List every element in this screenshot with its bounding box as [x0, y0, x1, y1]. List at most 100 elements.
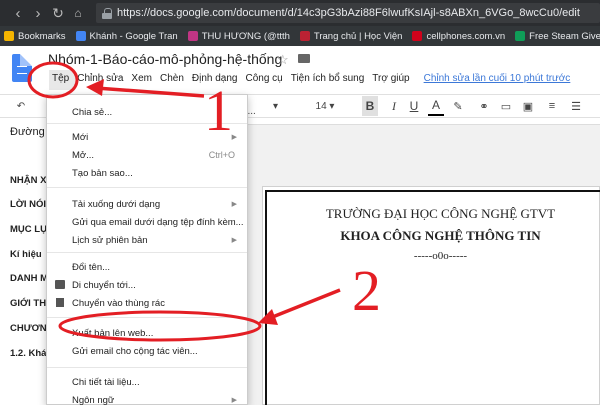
- page-line-3: -----o0o-----: [413, 250, 468, 262]
- outline-item[interactable]: MỤC LỤ: [10, 224, 47, 235]
- folder-icon: [55, 280, 65, 289]
- bookmark-label: cellphones.com.vn: [426, 30, 506, 42]
- menu-bar: Tệp Chỉnh sửa Xem Chèn Định dạng Công cụ Tiện …: [48, 71, 574, 86]
- menu-item-2[interactable]: Xem: [127, 71, 156, 86]
- menu-item-7[interactable]: Trợ giúp: [368, 71, 413, 86]
- reload-icon[interactable]: ↻: [48, 3, 68, 23]
- folder-icon[interactable]: [298, 54, 310, 63]
- star-icon: [4, 31, 14, 41]
- menu-separator: [47, 317, 247, 318]
- file-menu-label: Gửi qua email dưới dạng tệp đính kèm...: [72, 216, 244, 228]
- highlight-icon[interactable]: ✎: [450, 96, 466, 116]
- file-menu-item[interactable]: Đổi tên...: [47, 258, 247, 276]
- menu-item-1[interactable]: Chỉnh sửa: [73, 71, 127, 86]
- bookmark-item[interactable]: Free Steam Giveaway: [515, 31, 600, 42]
- line-spacing-icon[interactable]: ☰: [568, 96, 584, 116]
- menu-separator: [47, 252, 247, 253]
- bookmark-label: Khánh - Google Tran: [89, 30, 178, 42]
- comment-icon[interactable]: ▭: [498, 96, 514, 116]
- file-menu-item[interactable]: Xuất bản lên web...: [47, 324, 247, 342]
- font-size-value: 14: [315, 100, 327, 112]
- file-menu-label: Ngôn ngữ: [72, 394, 115, 405]
- forward-icon[interactable]: ›: [28, 3, 48, 23]
- file-menu-label: Đổi tên...: [72, 261, 111, 273]
- page-border: [265, 190, 600, 405]
- outline-item[interactable]: GIỚI TH: [10, 298, 46, 309]
- file-menu-item[interactable]: Gửi email cho cộng tác viên...: [47, 342, 247, 360]
- bookmark-item[interactable]: Khánh - Google Tran: [75, 30, 184, 42]
- page-icon: [299, 31, 310, 41]
- outline-item[interactable]: 1.2. Khá: [10, 348, 46, 359]
- outline-item[interactable]: Đường: [10, 126, 45, 138]
- file-menu-label: Xuất bản lên web...: [72, 327, 154, 339]
- instagram-icon: [187, 31, 198, 41]
- menu-item-0[interactable]: Tệp: [48, 71, 73, 86]
- image-icon[interactable]: ▣: [520, 96, 536, 116]
- link-icon[interactable]: ⚭: [476, 96, 492, 116]
- file-menu-label: Chuyển vào thùng rác: [72, 297, 165, 309]
- file-menu-item[interactable]: Ngôn ngữ ▶: [47, 391, 247, 405]
- bookmark-item[interactable]: Bookmarks: [4, 31, 72, 42]
- file-menu-label: Gửi email cho cộng tác viên...: [72, 345, 198, 357]
- outline-item[interactable]: NHẬN X: [10, 175, 46, 186]
- bookmark-label: Trang chủ | Học Viện: [313, 30, 403, 42]
- last-edit-link[interactable]: Chỉnh sửa lần cuối 10 phút trước: [420, 71, 575, 86]
- submenu-arrow-icon: ▶: [231, 237, 237, 244]
- file-menu-item[interactable]: Tạo bản sao...: [47, 164, 247, 182]
- align-icon[interactable]: ≡: [544, 96, 560, 116]
- bookmark-label: Bookmarks: [18, 30, 66, 42]
- page-line-1: TRƯỜNG ĐẠI HỌC CÔNG NGHỆ GTVT: [325, 206, 556, 221]
- file-menu-label: Chi tiết tài liệu...: [72, 376, 140, 388]
- outline-item[interactable]: DANH M: [10, 273, 48, 284]
- menu-item-6[interactable]: Tiện ích bổ sung: [287, 71, 369, 86]
- text-color-button[interactable]: A: [428, 96, 444, 116]
- lock-icon: [102, 7, 112, 19]
- bookmarks-bar: Bookmarks Khánh - Google Tran THU HƯƠNG (@…: [0, 26, 600, 46]
- file-menu-item[interactable]: Lịch sử phiên bản ▶: [47, 231, 247, 249]
- outline-item[interactable]: CHƯƠN: [10, 323, 47, 334]
- file-menu-label: Mở...: [72, 149, 95, 161]
- document-title[interactable]: Nhóm-1-Báo-cáo-mô-phỏng-hệ-thống: [48, 51, 282, 67]
- bookmark-item[interactable]: THU HƯƠNG (@ttth: [187, 30, 296, 42]
- menu-separator: [47, 187, 247, 188]
- star-icon[interactable]: ☆: [277, 52, 289, 68]
- bold-button[interactable]: B: [362, 96, 378, 116]
- puzzle-icon: [515, 31, 526, 41]
- step-number-1: 1: [204, 78, 233, 143]
- docs-header: Nhóm-1-Báo-cáo-mô-phỏng-hệ-thống ☆: [0, 46, 600, 94]
- address-bar[interactable]: https://docs.google.com/document/d/14c3p…: [96, 3, 600, 23]
- file-menu-item[interactable]: Chuyển vào thùng rác: [47, 294, 247, 312]
- trash-icon: [56, 298, 64, 307]
- cellphones-icon: [412, 31, 423, 41]
- back-icon[interactable]: ‹: [8, 3, 28, 23]
- docs-logo-icon[interactable]: [12, 54, 32, 82]
- bookmark-item[interactable]: cellphones.com.vn: [412, 31, 511, 42]
- underline-button[interactable]: U: [406, 96, 422, 116]
- undo-icon[interactable]: ↶: [10, 96, 32, 116]
- step-number-2: 2: [352, 258, 381, 323]
- font-size-select[interactable]: 14 ▾: [310, 96, 340, 116]
- file-menu-label: Di chuyển tới...: [72, 279, 136, 291]
- outline-item[interactable]: Kí hiệu: [10, 249, 42, 260]
- file-menu-item[interactable]: Chi tiết tài liệu...: [47, 373, 247, 391]
- file-menu-item[interactable]: Gửi qua email dưới dạng tệp đính kèm...: [47, 213, 247, 231]
- file-menu-item[interactable]: Di chuyển tới...: [47, 276, 247, 294]
- menu-item-3[interactable]: Chèn: [156, 71, 188, 86]
- bookmark-label: THU HƯƠNG (@ttth: [201, 30, 290, 42]
- file-menu-label: Chia sẻ...: [72, 106, 113, 118]
- file-menu-item[interactable]: Mở... Ctrl+O: [47, 146, 247, 164]
- menu-item-5[interactable]: Công cụ: [241, 71, 286, 86]
- file-menu-label: Tải xuống dưới dạng: [72, 198, 161, 210]
- submenu-arrow-icon: ▶: [231, 201, 237, 208]
- outline-item[interactable]: LỜI NÓI: [10, 199, 46, 210]
- italic-button[interactable]: I: [386, 96, 402, 116]
- menu-shortcut: Ctrl+O: [208, 150, 235, 160]
- doc-icon: [75, 31, 86, 41]
- file-menu-item[interactable]: Tải xuống dưới dạng ▶: [47, 195, 247, 213]
- bookmark-item[interactable]: Trang chủ | Học Viện: [299, 30, 409, 42]
- url-text: https://docs.google.com/document/d/14c3p…: [117, 7, 580, 19]
- file-menu-label: Mới: [72, 131, 89, 143]
- page-line-2: KHOA CÔNG NGHỆ THÔNG TIN: [340, 228, 541, 243]
- file-menu-label: Lịch sử phiên bản: [72, 234, 148, 246]
- home-icon[interactable]: ⌂: [68, 3, 88, 23]
